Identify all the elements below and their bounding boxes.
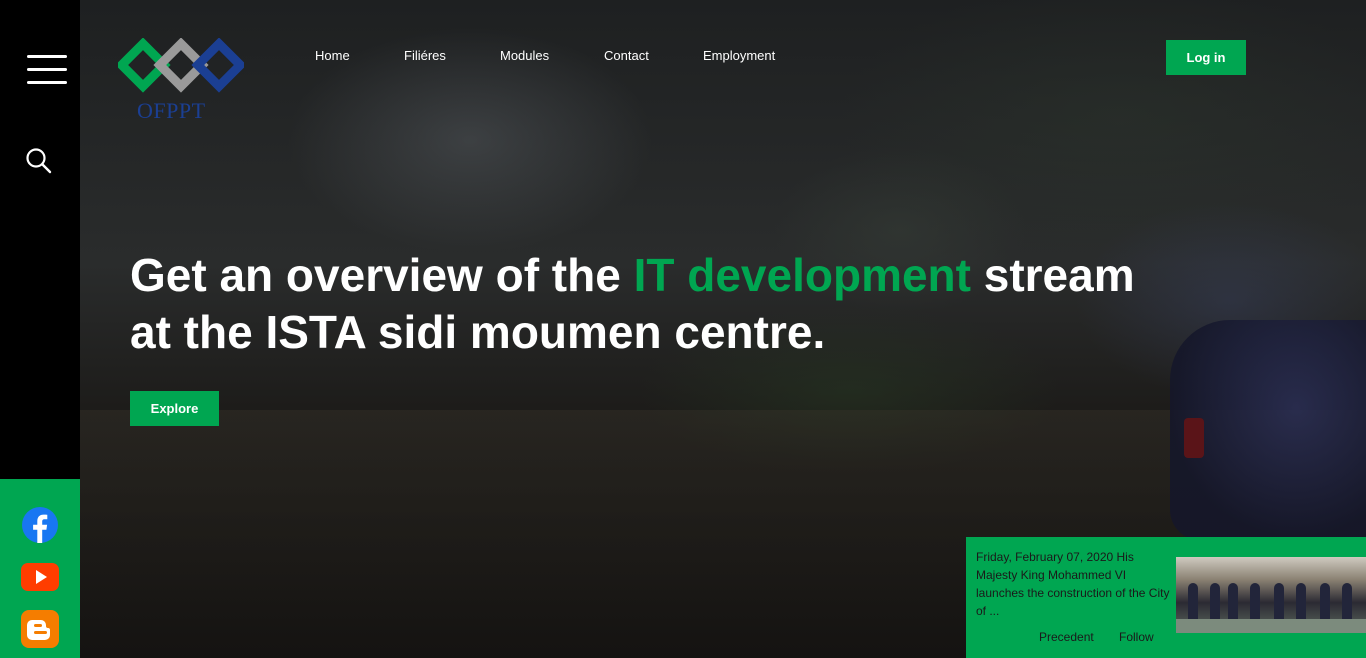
headline-line2: at the ISTA sidi moumen centre. — [130, 306, 826, 358]
news-image-figure — [1274, 583, 1284, 623]
nav-filieres[interactable]: Filiéres — [404, 48, 446, 63]
news-image-figure — [1188, 583, 1198, 623]
headline-text: stream — [970, 249, 1135, 301]
facebook-icon[interactable] — [21, 506, 59, 544]
news-previous-link[interactable]: Precedent — [1039, 630, 1094, 644]
headline-text: Get an overview of the — [130, 249, 634, 301]
explore-button[interactable]: Explore — [130, 391, 219, 426]
news-image-figure — [1210, 583, 1220, 623]
news-text[interactable]: Friday, February 07, 2020 His Majesty Ki… — [976, 548, 1171, 620]
login-button[interactable]: Log in — [1166, 40, 1246, 75]
menu-bar — [27, 55, 67, 58]
nav-modules[interactable]: Modules — [500, 48, 549, 63]
search-icon[interactable] — [25, 147, 53, 175]
hero-car-taillight — [1184, 418, 1204, 458]
logo-wordmark: OFPPT — [137, 98, 206, 123]
news-card: Friday, February 07, 2020 His Majesty Ki… — [966, 537, 1366, 658]
menu-bar — [27, 68, 67, 71]
social-links-panel — [0, 479, 80, 658]
nav-home[interactable]: Home — [315, 48, 350, 63]
news-image[interactable] — [1176, 557, 1366, 633]
nav-employment[interactable]: Employment — [703, 48, 775, 63]
headline-accent: IT development — [633, 249, 971, 301]
news-image-figure — [1296, 583, 1306, 623]
blogger-icon[interactable] — [21, 610, 59, 648]
news-next-link[interactable]: Follow — [1119, 630, 1154, 644]
news-image-figure — [1320, 583, 1330, 623]
youtube-icon[interactable] — [21, 558, 59, 596]
news-image-figure — [1250, 583, 1260, 623]
hero-headline: Get an overview of the IT development st… — [130, 247, 1270, 361]
hamburger-menu-icon[interactable] — [27, 55, 67, 85]
nav-contact[interactable]: Contact — [604, 48, 649, 63]
news-image-figure — [1342, 583, 1352, 623]
news-image-model — [1176, 619, 1366, 633]
menu-bar — [27, 81, 67, 84]
news-image-figure — [1228, 583, 1238, 623]
